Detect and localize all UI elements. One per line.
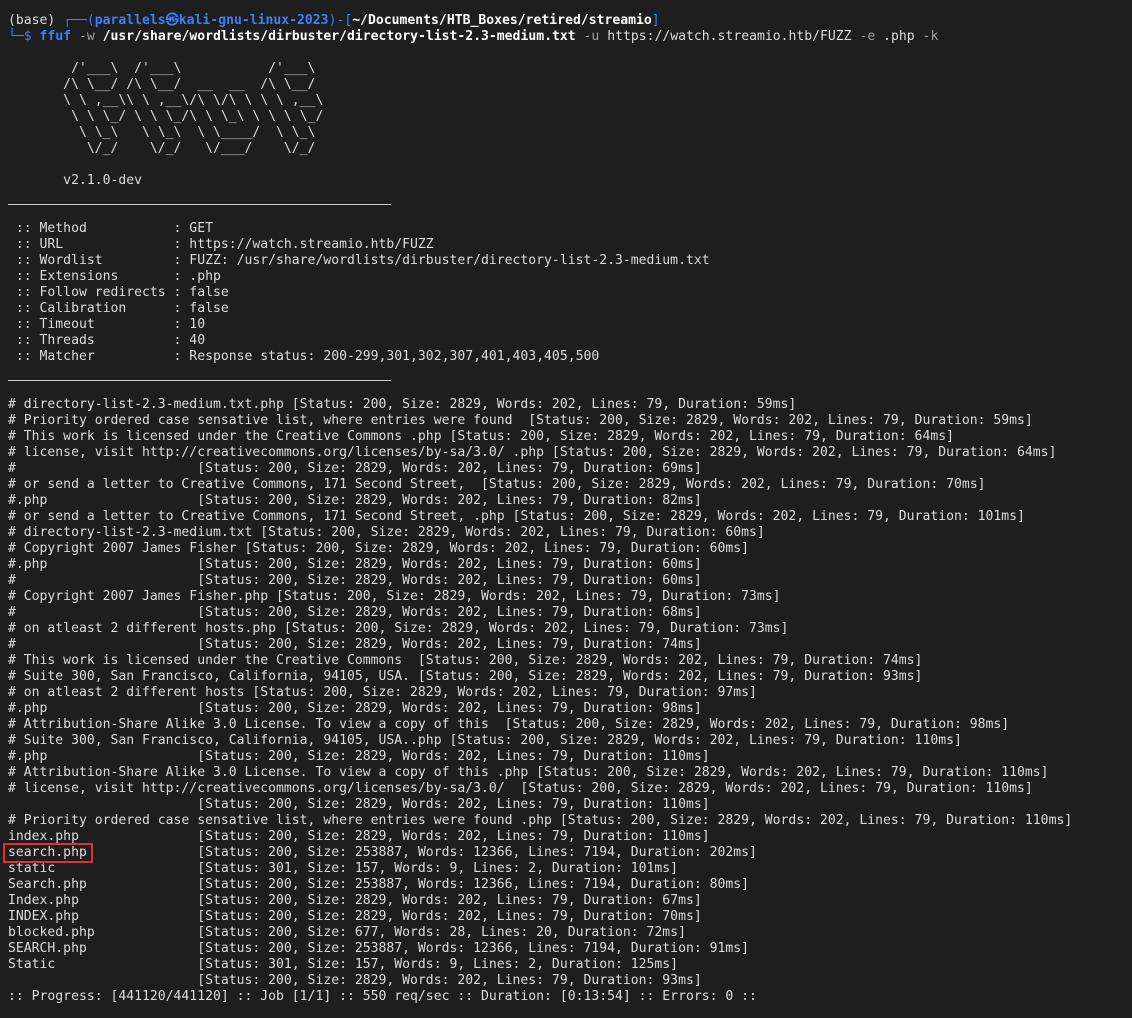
result-line: Index.php [Status: 200, Size: 2829, Word… (8, 893, 702, 908)
banner-line: v2.1.0-dev (8, 173, 143, 188)
command-name: ffuf (39, 29, 72, 44)
config-line: :: Extensions : .php (8, 269, 221, 284)
search-php-highlight (3, 843, 93, 863)
result-line: blocked.php [Status: 200, Size: 677, Wor… (8, 925, 686, 940)
divider-bottom (8, 380, 391, 381)
result-line: # Priority ordered case sensative list, … (8, 813, 1073, 828)
flag-k: -k (914, 29, 939, 44)
result-line: # [Status: 200, Size: 2829, Words: 202, … (8, 605, 702, 620)
banner-line: \/_/ \/_/ \/___/ \/_/ (8, 141, 316, 156)
user-host: parallels㉿kali-gnu-linux-2023 (94, 13, 329, 28)
result-line: # or send a letter to Creative Commons, … (8, 509, 1025, 524)
result-line: # or send a letter to Creative Commons, … (8, 477, 986, 492)
result-line: # on atleast 2 different hosts.php [Stat… (8, 621, 789, 636)
result-line: INDEX.php [Status: 200, Size: 2829, Word… (8, 909, 702, 924)
result-line: Search.php [Status: 200, Size: 253887, W… (8, 877, 750, 892)
banner-line: \ \ ,__\\ \ ,__\/\ \/\ \ \ \ ,__\ (8, 93, 324, 108)
banner-line: /'___\ /'___\ /'___\ (8, 61, 316, 76)
result-line: # directory-list-2.3-medium.txt [Status:… (8, 525, 765, 540)
result-line: #.php [Status: 200, Size: 2829, Words: 2… (8, 701, 702, 716)
config-line: :: Matcher : Response status: 200-299,30… (8, 349, 600, 364)
result-line: search.php [Status: 200, Size: 253887, W… (8, 845, 757, 860)
result-line: #.php [Status: 200, Size: 2829, Words: 2… (8, 749, 710, 764)
result-line: # Suite 300, San Francisco, California, … (8, 733, 962, 748)
config-line: :: Follow redirects : false (8, 285, 229, 300)
prompt-separator: )-[ (328, 13, 353, 28)
result-line: index.php [Status: 200, Size: 2829, Word… (8, 829, 710, 844)
config-line: :: Wordlist : FUZZ: /usr/share/wordlists… (8, 253, 710, 268)
config-line: :: Timeout : 10 (8, 317, 206, 332)
result-line: # Priority ordered case sensative list, … (8, 413, 1033, 428)
result-line: # [Status: 200, Size: 2829, Words: 202, … (8, 573, 702, 588)
result-line: # Suite 300, San Francisco, California, … (8, 669, 923, 684)
result-line: # [Status: 200, Size: 2829, Words: 202, … (8, 461, 702, 476)
result-line: #.php [Status: 200, Size: 2829, Words: 2… (8, 493, 702, 508)
command-line[interactable]: └─$ ffuf -w /usr/share/wordlists/dirbust… (8, 29, 938, 45)
result-line: # Copyright 2007 James Fisher.php [Statu… (8, 589, 781, 604)
extension-arg: .php (883, 29, 915, 44)
result-line: [Status: 200, Size: 2829, Words: 202, Li… (8, 797, 710, 812)
result-line: # Attribution-Share Alike 3.0 License. T… (8, 765, 1049, 780)
config-line: :: Threads : 40 (8, 333, 206, 348)
result-line: # This work is licensed under the Creati… (8, 429, 954, 444)
result-line: # Attribution-Share Alike 3.0 License. T… (8, 717, 1010, 732)
config-line: :: Method : GET (8, 221, 213, 236)
banner-line: \ \_\ \ \_\ \ \____/ \ \_\ (8, 125, 316, 140)
prompt-line-1: (base) ┌──(parallels㉿kali-gnu-linux-2023… (8, 13, 660, 29)
target-url: https://watch.streamio.htb/FUZZ (607, 29, 852, 44)
result-line: static [Status: 301, Size: 157, Words: 9… (8, 861, 679, 876)
result-line: # license, visit http://creativecommons.… (8, 445, 1057, 460)
config-line: :: URL : https://watch.streamio.htb/FUZZ (8, 237, 434, 252)
result-line: # license, visit http://creativecommons.… (8, 781, 1033, 796)
result-line: # Copyright 2007 James Fisher [Status: 2… (8, 541, 750, 556)
prompt-dollar: └─$ (8, 29, 40, 44)
wordlist-path: /usr/share/wordlists/dirbuster/directory… (102, 29, 576, 44)
divider-top (8, 204, 391, 205)
result-line: SEARCH.php [Status: 200, Size: 253887, W… (8, 941, 750, 956)
flag-e: -e (851, 29, 884, 44)
prompt-corner: ┌──( (63, 13, 95, 28)
config-line: :: Calibration : false (8, 301, 229, 316)
current-directory: ~/Documents/HTB_Boxes/retired/streamio (352, 13, 652, 28)
result-line: #.php [Status: 200, Size: 2829, Words: 2… (8, 557, 702, 572)
result-line: # directory-list-2.3-medium.txt.php [Sta… (8, 397, 797, 412)
banner-line: \ \ \_/ \ \ \_/\ \ \_\ \ \ \ \_/ (8, 109, 324, 124)
result-line: Static [Status: 301, Size: 157, Words: 9… (8, 957, 679, 972)
result-line: [Status: 200, Size: 2829, Words: 202, Li… (8, 973, 702, 988)
conda-env: (base) (8, 13, 64, 28)
terminal-window[interactable]: (base) ┌──(parallels㉿kali-gnu-linux-2023… (0, 0, 1132, 1018)
result-line: # [Status: 200, Size: 2829, Words: 202, … (8, 637, 702, 652)
flag-u: -u (575, 29, 608, 44)
result-line: # This work is licensed under the Creati… (8, 653, 923, 668)
banner-line: /\ \__/ /\ \__/ __ __ /\ \__/ (8, 77, 316, 92)
result-line: # on atleast 2 different hosts [Status: … (8, 685, 757, 700)
prompt-bracket: ] (651, 13, 660, 28)
flag-w: -w (71, 29, 103, 44)
progress-line: :: Progress: [441120/441120] :: Job [1/1… (8, 989, 757, 1004)
